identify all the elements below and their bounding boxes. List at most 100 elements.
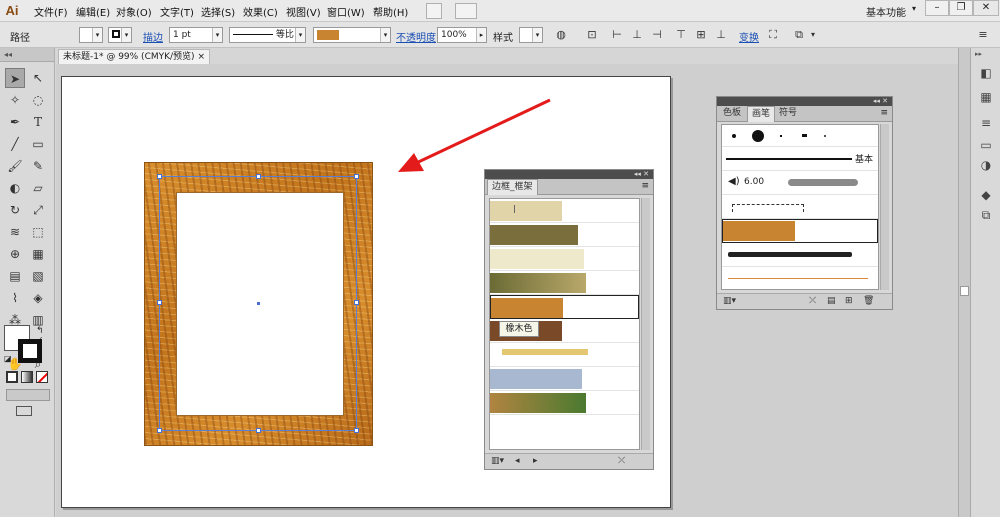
eraser-icon[interactable]: ▱ <box>28 178 48 198</box>
align-right-icon[interactable]: ⊣ <box>650 28 664 42</box>
delete-icon[interactable]: 🗑 <box>863 296 874 306</box>
list-item[interactable]: 基本 <box>722 147 878 171</box>
panel-collapse-icon[interactable]: ◂◂ ✕ <box>485 170 653 179</box>
arrange-documents-button[interactable] <box>455 3 477 19</box>
align-left-icon[interactable]: ⊢ <box>610 28 624 42</box>
stroke-link[interactable]: 描边 <box>143 29 163 44</box>
stroke-weight-input[interactable]: 1 pt ▾ <box>169 27 223 43</box>
library-menu-icon[interactable]: ▥▾ <box>723 296 736 306</box>
opacity-link[interactable]: 不透明度 <box>396 29 436 44</box>
graphic-style-select[interactable]: ▾ <box>519 27 543 43</box>
opacity-input[interactable]: 100% ▸ <box>437 27 487 43</box>
transparency-panel-icon[interactable]: ◑ <box>979 158 993 172</box>
scrollbar[interactable] <box>641 198 650 450</box>
list-item[interactable] <box>722 219 878 243</box>
brush-list[interactable]: 基本 ◀) 6.00 <box>721 124 879 290</box>
panel-menu-icon[interactable]: ≡ <box>880 108 888 118</box>
align-bottom-icon[interactable]: ⊥ <box>714 28 728 42</box>
color-panel-icon[interactable]: ◧ <box>979 66 993 80</box>
tools-panel-header[interactable]: ◂◂ <box>0 48 54 62</box>
variable-width-profile-select[interactable]: 等比 ▾ <box>229 27 306 43</box>
tab-symbols[interactable]: 符号 <box>775 106 801 122</box>
free-transform-icon[interactable]: ⬚ <box>28 222 48 242</box>
tab-border-frames[interactable]: 边框_框架 <box>487 179 538 195</box>
align-to-icon[interactable]: ⊡ <box>585 28 599 42</box>
selection-handle[interactable] <box>354 428 359 433</box>
tab-brushes[interactable]: 画笔 <box>747 106 776 122</box>
lasso-icon[interactable]: ◌ <box>28 90 48 110</box>
gradient-panel-icon[interactable]: ▭ <box>979 138 993 152</box>
selection-handle[interactable] <box>157 300 162 305</box>
direct-selection-tool-icon[interactable]: ↖ <box>28 68 48 88</box>
scale-tool-icon[interactable]: ⤢ <box>28 200 48 220</box>
close-icon[interactable]: × <box>197 50 205 64</box>
recolor-artwork-icon[interactable]: ◍ <box>554 28 568 42</box>
list-item[interactable] <box>490 343 639 367</box>
shape-builder-icon[interactable]: ⊕ <box>5 244 25 264</box>
gradient-mode-icon[interactable] <box>21 371 33 383</box>
list-item[interactable] <box>490 391 639 415</box>
screen-mode-icon[interactable] <box>16 406 32 416</box>
list-item[interactable] <box>722 195 878 219</box>
blend-tool-icon[interactable]: ◈ <box>28 288 48 308</box>
panel-menu-icon[interactable]: ≡ <box>641 181 649 191</box>
isolate-icon[interactable]: ⛶ <box>766 28 780 42</box>
stroke-panel-icon[interactable]: ≡ <box>979 116 993 130</box>
selection-handle[interactable] <box>157 428 162 433</box>
menu-edit[interactable]: 编辑(E) <box>76 4 110 19</box>
menu-effect[interactable]: 效果(C) <box>243 4 278 19</box>
selection-handle[interactable] <box>256 428 261 433</box>
bridge-button[interactable] <box>426 3 442 19</box>
restore-icon[interactable]: ❐ <box>949 0 973 16</box>
scrollbar[interactable] <box>880 124 889 290</box>
workspace-switcher[interactable]: 基本功能 <box>866 4 906 19</box>
eyedropper-icon[interactable]: ⌇ <box>5 288 25 308</box>
options-icon[interactable]: ▤ <box>827 296 836 306</box>
panel-menu-icon[interactable]: ≡ <box>976 28 990 42</box>
selection-handle[interactable] <box>157 174 162 179</box>
layers-panel-icon[interactable]: ◆ <box>979 188 993 202</box>
perspective-grid-icon[interactable]: ▤ <box>5 266 25 286</box>
live-paint-icon[interactable]: ▦ <box>28 244 48 264</box>
line-tool-icon[interactable]: ╱ <box>5 134 25 154</box>
tab-swatches[interactable]: 色板 <box>719 106 745 122</box>
menu-object[interactable]: 对象(O) <box>116 4 152 19</box>
align-center-icon[interactable]: ⊥ <box>630 28 644 42</box>
panel-collapse-icon[interactable]: ◂◂ ✕ <box>717 97 892 106</box>
list-item[interactable] <box>490 223 639 247</box>
break-link-icon[interactable]: ⤫ <box>618 456 625 466</box>
menu-view[interactable]: 视图(V) <box>286 4 321 19</box>
menu-window[interactable]: 窗口(W) <box>327 4 365 19</box>
library-menu-icon[interactable]: ▥▾ <box>491 456 504 466</box>
remove-stroke-icon[interactable]: ⤫ <box>809 296 816 306</box>
vertical-scrollbar[interactable] <box>958 48 970 517</box>
list-item[interactable] <box>722 125 878 147</box>
swap-fill-stroke-icon[interactable]: ↰ <box>36 326 44 336</box>
align-top-icon[interactable]: ⊤ <box>674 28 688 42</box>
align-middle-icon[interactable]: ⊞ <box>694 28 708 42</box>
stroke-color-select[interactable]: ▾ <box>108 27 132 43</box>
list-item[interactable] <box>490 367 639 391</box>
document-tab[interactable]: 未标题-1* @ 99% (CMYK/预览) × <box>58 49 210 64</box>
next-arrow-icon[interactable]: ▸ <box>533 456 538 466</box>
list-item[interactable] <box>722 243 878 267</box>
pencil-icon[interactable]: ✎ <box>28 156 48 176</box>
menu-help[interactable]: 帮助(H) <box>373 4 408 19</box>
menu-file[interactable]: 文件(F) <box>34 4 68 19</box>
stroke-swatch[interactable] <box>18 339 42 363</box>
type-tool-icon[interactable]: T <box>28 112 48 132</box>
color-mode-icon[interactable] <box>6 371 18 383</box>
menu-type[interactable]: 文字(T) <box>160 4 194 19</box>
list-item[interactable] <box>490 199 639 223</box>
list-item[interactable] <box>490 271 639 295</box>
drawing-modes-icon[interactable] <box>6 389 50 401</box>
rotate-tool-icon[interactable]: ↻ <box>5 200 25 220</box>
chevron-down-icon[interactable]: ▾ <box>912 4 916 13</box>
pen-tool-icon[interactable]: ✒ <box>5 112 25 132</box>
prev-arrow-icon[interactable]: ◂ <box>515 456 520 466</box>
transform-link[interactable]: 变换 <box>739 29 759 44</box>
selection-handle[interactable] <box>354 174 359 179</box>
brush-definition-select[interactable]: ▾ <box>313 27 391 43</box>
selection-tool-icon[interactable]: ➤ <box>5 68 25 88</box>
new-brush-icon[interactable]: ⊞ <box>845 296 853 306</box>
